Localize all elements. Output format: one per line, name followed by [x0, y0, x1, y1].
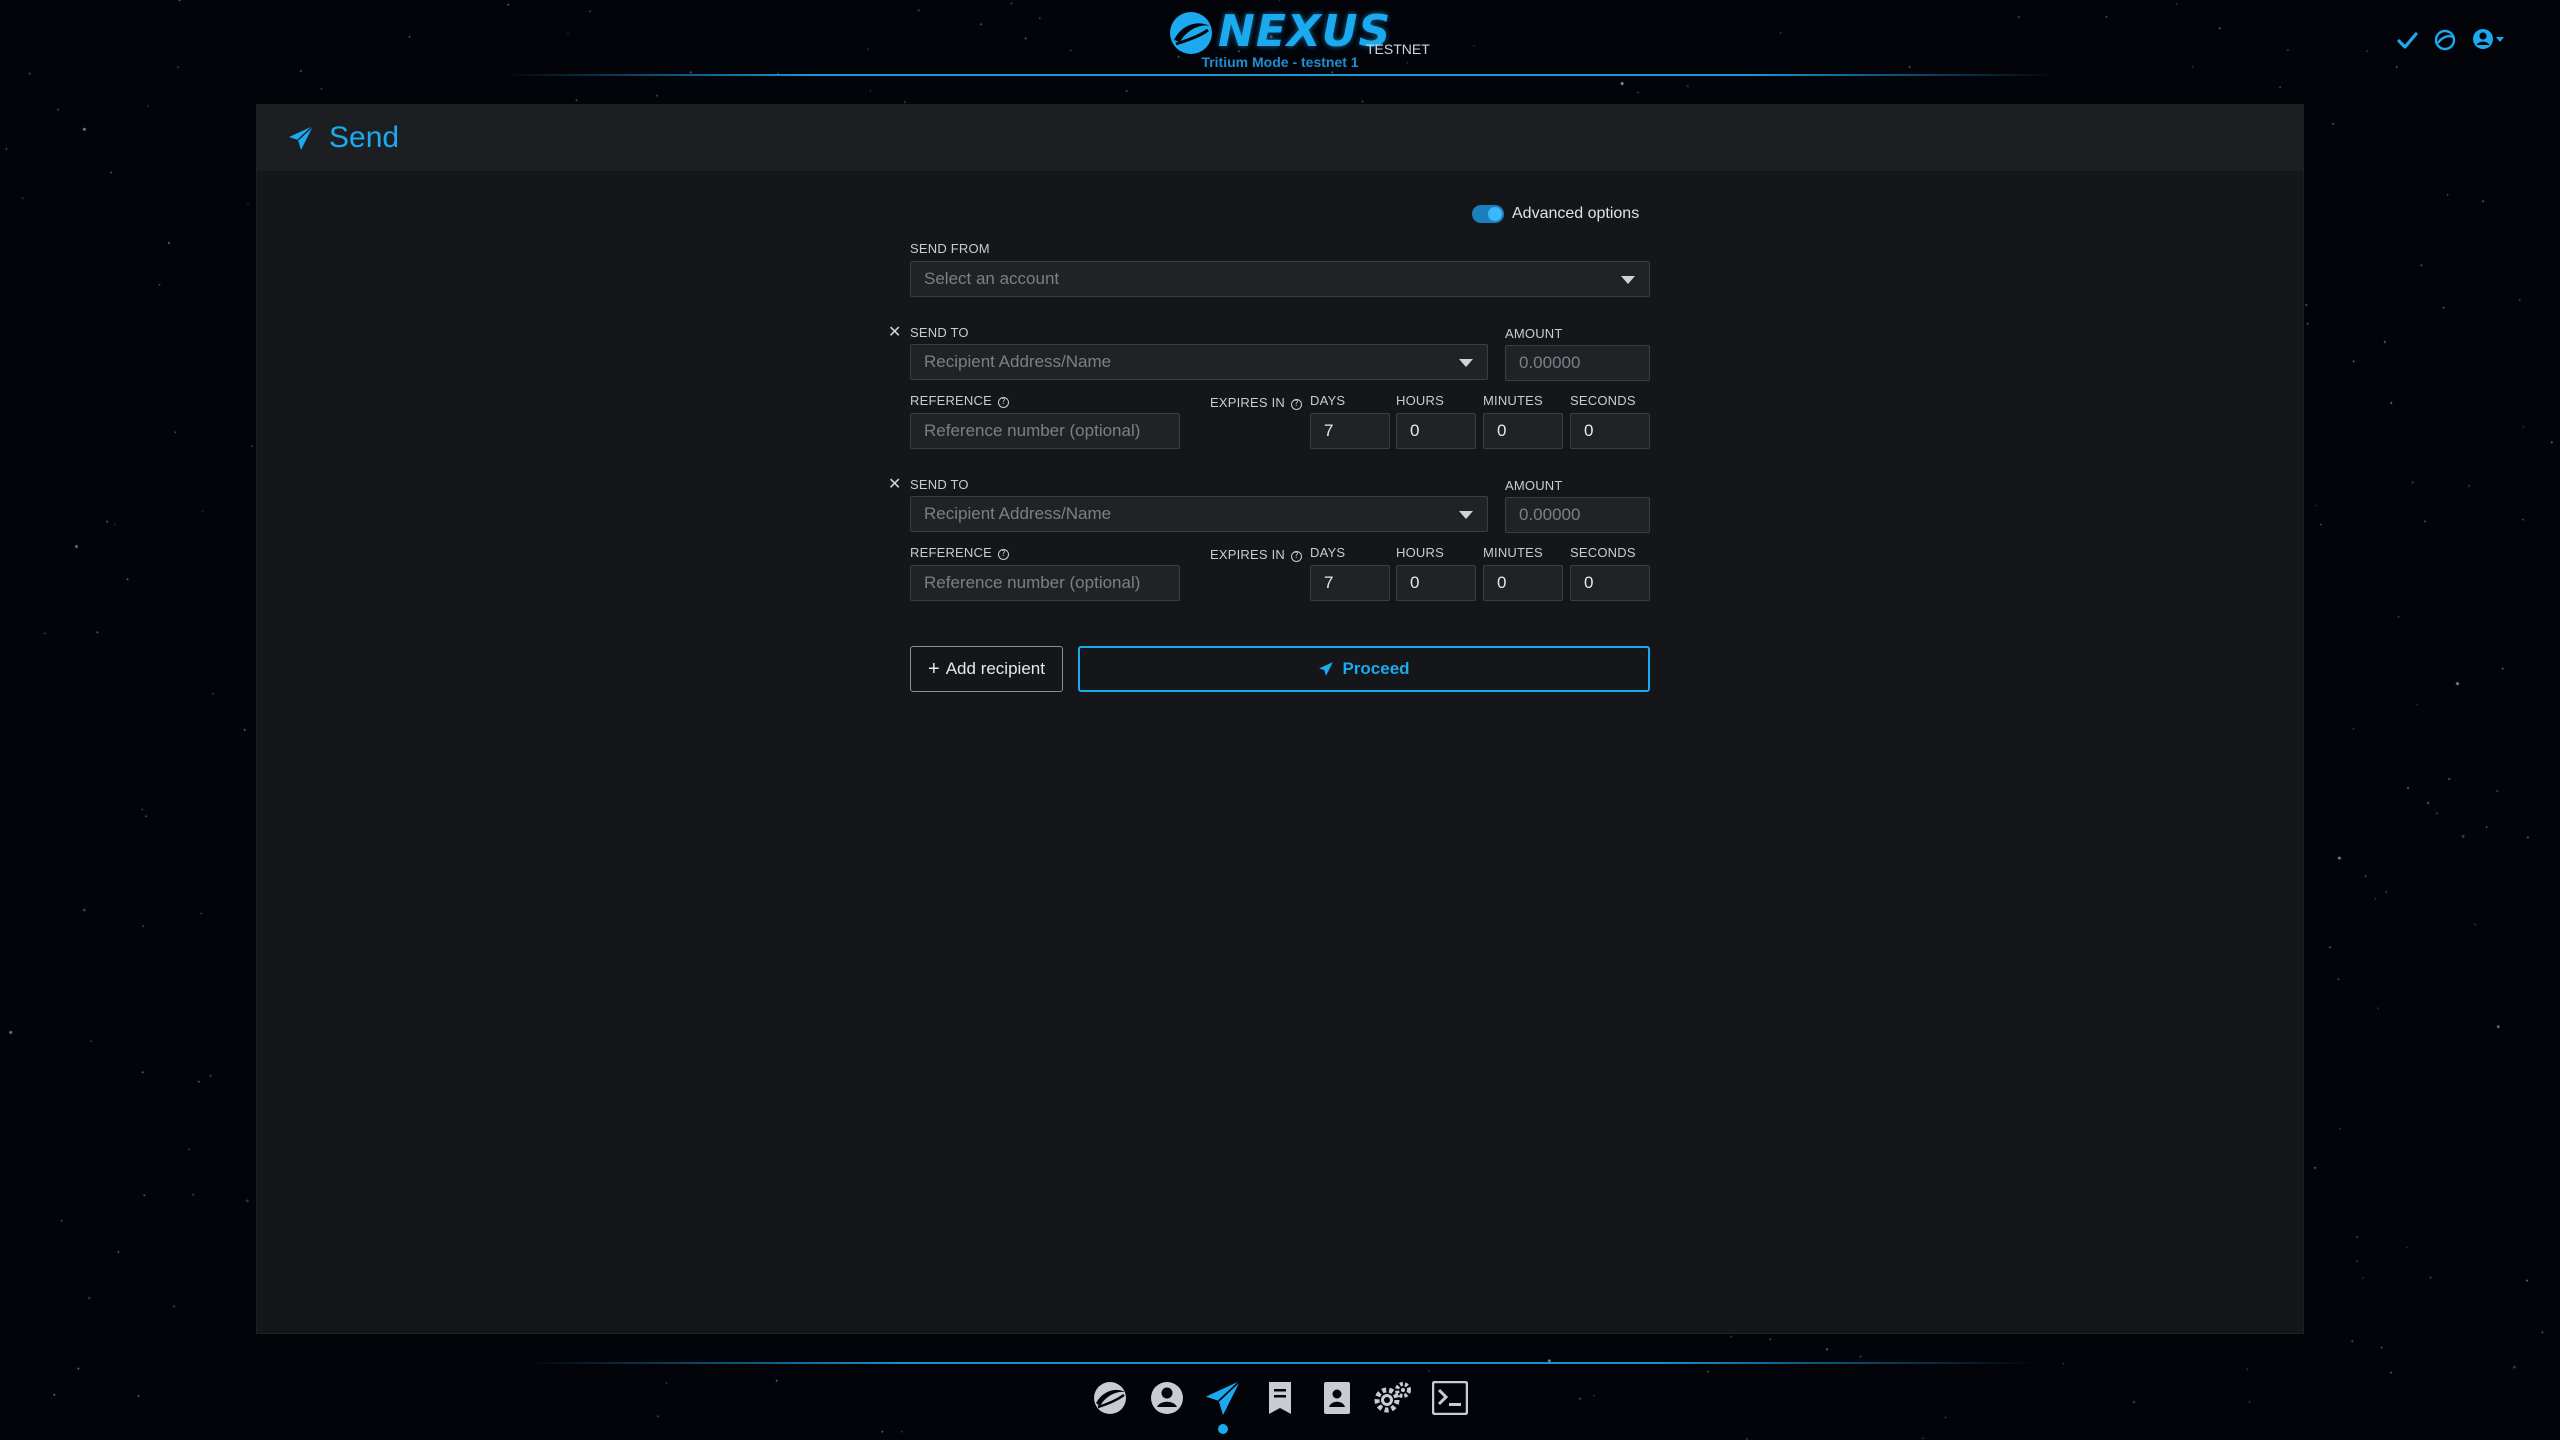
proceed-label: Proceed	[1342, 659, 1410, 678]
send-from-placeholder: Select an account	[924, 269, 1060, 288]
check-icon[interactable]	[2396, 29, 2418, 55]
recipient-address-select-1[interactable]: Recipient Address/Name	[910, 344, 1488, 380]
seconds-label-2: SECONDS	[1570, 545, 1636, 560]
minutes-label-1: MINUTES	[1483, 393, 1543, 408]
recipient-address-placeholder-1: Recipient Address/Name	[924, 352, 1112, 371]
help-icon[interactable]: ?	[1290, 551, 1302, 562]
hours-label-2: HOURS	[1396, 545, 1444, 560]
send-icon	[1206, 1380, 1242, 1416]
amount-label-1: AMOUNT	[1505, 326, 1563, 341]
expires-in-label-text-2: EXPIRES IN	[1210, 547, 1285, 562]
reference-label-1: REFERENCE?	[910, 393, 1009, 408]
proceed-button[interactable]: Proceed	[1078, 646, 1650, 692]
mode-line: Tritium Mode - testnet 1	[1201, 54, 1359, 70]
minutes-value-2: 0	[1497, 573, 1507, 592]
reference-input-2[interactable]	[910, 565, 1180, 601]
send-from-select[interactable]: Select an account	[910, 261, 1650, 297]
remove-recipient-2-button[interactable]: ✕	[888, 474, 901, 493]
nav-user[interactable]	[1145, 1376, 1189, 1420]
status-icons	[2396, 24, 2506, 60]
header-divider	[500, 74, 2060, 76]
days-input-1[interactable]: 7	[1310, 413, 1390, 449]
amount-field-2[interactable]	[1519, 505, 1636, 525]
recipient-address-select-2[interactable]: Recipient Address/Name	[910, 496, 1488, 532]
bottom-nav	[1088, 1376, 1472, 1420]
advanced-options-toggle[interactable]	[1472, 205, 1504, 223]
days-input-2[interactable]: 7	[1310, 565, 1390, 601]
seconds-value-2: 0	[1584, 573, 1594, 592]
minutes-value-1: 0	[1497, 421, 1507, 440]
send-to-label-1: SEND TO	[910, 325, 969, 340]
terminal-icon	[1431, 1381, 1468, 1415]
amount-label-2: AMOUNT	[1505, 478, 1563, 493]
recipient-address-placeholder-2: Recipient Address/Name	[924, 504, 1112, 523]
page-title: Send	[329, 121, 400, 154]
expires-in-label-text-1: EXPIRES IN	[1210, 395, 1285, 410]
reference-label-2: REFERENCE?	[910, 545, 1009, 560]
address-book-icon	[1323, 1382, 1350, 1414]
add-recipient-button[interactable]: + Add recipient	[910, 646, 1063, 692]
hours-value-1: 0	[1410, 421, 1420, 440]
panel-header: Send	[257, 105, 2303, 171]
expires-in-label-1: EXPIRES IN?	[1210, 395, 1302, 410]
nav-console[interactable]	[1428, 1376, 1472, 1420]
user-dropdown-icon[interactable]	[2472, 28, 2506, 56]
nexus-logo-icon	[1094, 1382, 1126, 1414]
plus-icon: +	[928, 658, 940, 680]
chevron-down-icon	[1459, 359, 1473, 367]
send-panel: Send Advanced options SEND FROM Select a…	[256, 104, 2304, 1334]
nav-settings[interactable]	[1371, 1376, 1415, 1420]
add-recipient-label: Add recipient	[945, 659, 1045, 678]
nav-overview[interactable]	[1088, 1376, 1132, 1420]
minutes-input-2[interactable]: 0	[1483, 565, 1563, 601]
nav-address-book[interactable]	[1315, 1376, 1359, 1420]
amount-input-1[interactable]	[1505, 345, 1650, 381]
advanced-options-label: Advanced options	[1512, 205, 1640, 222]
user-icon	[1150, 1382, 1183, 1414]
hours-value-2: 0	[1410, 573, 1420, 592]
paper-plane-icon	[1319, 662, 1334, 676]
amount-field-1[interactable]	[1519, 353, 1636, 373]
amount-input-2[interactable]	[1505, 497, 1650, 533]
hours-input-1[interactable]: 0	[1396, 413, 1476, 449]
chevron-down-icon	[1621, 276, 1635, 284]
days-label-2: DAYS	[1310, 545, 1346, 560]
minutes-label-2: MINUTES	[1483, 545, 1543, 560]
days-value-1: 7	[1324, 421, 1334, 440]
minutes-input-1[interactable]: 0	[1483, 413, 1563, 449]
footer-divider	[520, 1362, 2040, 1364]
toggle-knob	[1488, 207, 1502, 221]
nav-send[interactable]	[1201, 1376, 1245, 1420]
send-from-label: SEND FROM	[910, 241, 990, 256]
transactions-icon	[1268, 1382, 1291, 1414]
paper-plane-icon	[289, 125, 314, 150]
reference-label-text-1: REFERENCE	[910, 393, 992, 408]
seconds-label-1: SECONDS	[1570, 393, 1636, 408]
reference-input-1[interactable]	[910, 413, 1180, 449]
reference-field-1[interactable]	[924, 421, 1166, 441]
nexus-logo: NEXUS	[1168, 6, 1390, 57]
remove-recipient-1-button[interactable]: ✕	[888, 322, 901, 341]
days-label-1: DAYS	[1310, 393, 1346, 408]
send-to-label-2: SEND TO	[910, 477, 969, 492]
chevron-down-icon	[1459, 511, 1473, 519]
settings-icon	[1374, 1382, 1412, 1413]
help-icon[interactable]: ?	[997, 549, 1009, 560]
expires-in-label-2: EXPIRES IN?	[1210, 547, 1302, 562]
reference-field-2[interactable]	[924, 573, 1166, 593]
days-value-2: 7	[1324, 573, 1334, 592]
app-header: NEXUS TESTNET Tritium Mode - testnet 1	[0, 0, 2560, 80]
active-nav-indicator	[1218, 1424, 1228, 1434]
nexus-logo-icon	[1170, 12, 1212, 54]
hours-input-2[interactable]: 0	[1396, 565, 1476, 601]
nav-transactions[interactable]	[1258, 1376, 1302, 1420]
help-icon[interactable]: ?	[997, 397, 1009, 408]
hours-label-1: HOURS	[1396, 393, 1444, 408]
help-icon[interactable]: ?	[1290, 399, 1302, 410]
seconds-value-1: 0	[1584, 421, 1594, 440]
reference-label-text-2: REFERENCE	[910, 545, 992, 560]
seconds-input-2[interactable]: 0	[1570, 565, 1650, 601]
seconds-input-1[interactable]: 0	[1570, 413, 1650, 449]
sync-logo-icon[interactable]	[2434, 29, 2456, 55]
